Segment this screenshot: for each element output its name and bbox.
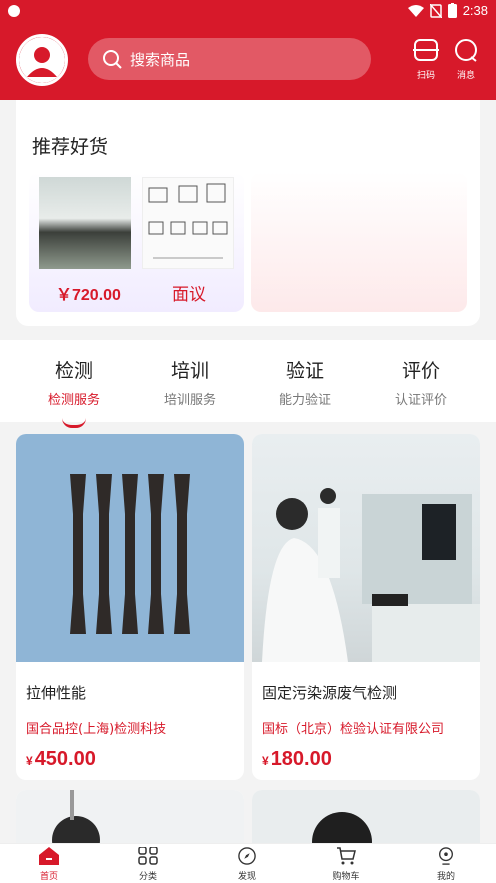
product-image[interactable] (16, 434, 244, 662)
recommend-price-2: 面议 (172, 285, 206, 305)
product-image[interactable] (252, 434, 480, 662)
tab-inspection[interactable]: 检测 检测服务 (14, 356, 134, 428)
active-tab-indicator (62, 418, 86, 428)
product-card-partial[interactable] (252, 790, 480, 850)
wifi-icon (407, 4, 424, 17)
nav-discover[interactable]: 发现 (217, 847, 277, 882)
currency-symbol: ¥ (26, 754, 33, 768)
nav-mine[interactable]: 我的 (416, 847, 476, 882)
recommend-title: 推荐好货 (32, 136, 109, 158)
recommend-card: 推荐好货 ￥720.00 面议 (16, 100, 480, 326)
header-background: 2:38 搜索商品 扫码 消息 (0, 0, 496, 100)
recommend-placeholder (251, 172, 467, 312)
avatar[interactable] (16, 34, 68, 86)
no-sim-icon (429, 3, 442, 18)
cart-icon (337, 847, 356, 865)
product-name: 固定污染源废气检测 (262, 684, 398, 702)
tab-title: 培训 (170, 360, 209, 382)
product-image-partial (252, 790, 480, 850)
message-button[interactable]: 消息 (446, 38, 486, 82)
scan-button[interactable]: 扫码 (406, 38, 446, 82)
product-shop[interactable]: 国标（北京）检验认证有限公司 (262, 718, 444, 737)
message-icon (455, 39, 477, 62)
nav-home[interactable]: 首页 (19, 847, 79, 882)
nav-cart[interactable]: 购物车 (316, 847, 376, 882)
search-icon (103, 50, 122, 69)
category-tabs: 检测 检测服务 培训 培训服务 验证 能力验证 评价 认证评价 (0, 340, 496, 428)
status-time: 2:38 (462, 3, 488, 18)
status-bar: 2:38 (0, 0, 496, 24)
product-card-partial[interactable] (16, 790, 244, 850)
tab-subtitle: 认证评价 (394, 393, 447, 408)
nav-label: 我的 (436, 872, 455, 882)
nav-label: 首页 (39, 872, 58, 882)
status-icons: 2:38 (407, 3, 488, 18)
product-price: ¥180.00 (262, 748, 332, 771)
currency-symbol: ¥ (262, 754, 269, 768)
battery-icon (447, 3, 457, 18)
scan-icon (413, 39, 439, 61)
bottom-nav: 首页 分类 发现 购物车 我的 (0, 843, 496, 883)
tab-subtitle: 检测服务 (47, 393, 100, 408)
nav-label: 分类 (138, 872, 157, 882)
nav-category[interactable]: 分类 (118, 846, 178, 882)
lab-scene-illustration (262, 488, 480, 662)
nav-label: 购物车 (332, 872, 360, 882)
recommend-price-1: ￥720.00 (56, 287, 121, 304)
header: 搜索商品 扫码 消息 (0, 32, 496, 88)
tab-subtitle: 培训服务 (163, 393, 216, 408)
search-placeholder: 搜索商品 (130, 50, 191, 69)
recommend-group[interactable]: ￥720.00 面议 (29, 172, 244, 312)
product-shop[interactable]: 国合品控(上海)检测科技 (26, 718, 166, 737)
price-value: 450.00 (34, 748, 96, 770)
product-price: ¥450.00 (26, 748, 96, 771)
tab-training[interactable]: 培训 培训服务 (130, 356, 250, 408)
product-name: 拉伸性能 (26, 684, 87, 702)
user-icon (439, 847, 453, 865)
price-value: 180.00 (270, 748, 332, 770)
nav-label: 发现 (237, 872, 256, 882)
grid-icon (138, 846, 158, 865)
diagram-illustration (148, 183, 228, 259)
product-card[interactable]: 拉伸性能 国合品控(上海)检测科技 ¥450.00 (16, 434, 244, 780)
message-label: 消息 (456, 71, 475, 81)
product-image-partial (16, 790, 244, 850)
scan-label: 扫码 (416, 71, 435, 81)
home-icon (39, 847, 59, 865)
notification-icon (8, 5, 20, 17)
tab-title: 检测 (54, 360, 93, 382)
diagram-thumbnail[interactable] (142, 177, 234, 269)
tensile-specimens-illustration (70, 474, 190, 634)
compass-icon (238, 847, 256, 865)
tab-title: 评价 (401, 360, 440, 382)
user-avatar-icon (19, 37, 65, 83)
product-card[interactable]: 固定污染源废气检测 国标（北京）检验认证有限公司 ¥180.00 (252, 434, 480, 780)
tab-subtitle: 能力验证 (278, 393, 331, 408)
tab-evaluation[interactable]: 评价 认证评价 (361, 356, 481, 408)
lab-photo-thumbnail[interactable] (39, 177, 131, 269)
search-input[interactable]: 搜索商品 (88, 38, 371, 80)
tab-verification[interactable]: 验证 能力验证 (245, 356, 365, 408)
tab-title: 验证 (285, 360, 324, 382)
